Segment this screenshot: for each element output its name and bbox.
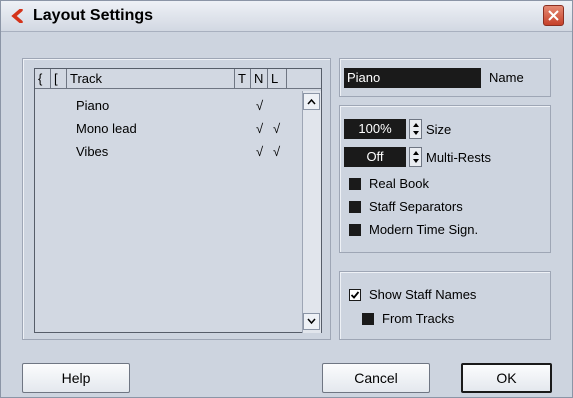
real-book-label: Real Book xyxy=(369,176,429,191)
track-list-header: { [ Track T N L xyxy=(35,69,321,89)
multi-rests-stepper[interactable] xyxy=(409,147,422,167)
layout-settings-dialog: Layout Settings { [ Track T N L Piano √ … xyxy=(0,0,573,398)
window-title: Layout Settings xyxy=(33,7,154,24)
column-header-bracket[interactable]: [ xyxy=(51,69,67,88)
column-header-brace[interactable]: { xyxy=(35,69,51,88)
size-label: Size xyxy=(426,122,452,137)
modern-time-sign-label: Modern Time Sign. xyxy=(369,222,479,237)
cancel-button[interactable]: Cancel xyxy=(322,363,430,393)
size-stepper[interactable] xyxy=(409,119,422,139)
track-name: Vibes xyxy=(76,144,109,159)
close-icon xyxy=(548,10,559,21)
l-flag[interactable]: √ xyxy=(273,117,280,140)
column-header-l[interactable]: L xyxy=(268,69,287,88)
staff-names-panel xyxy=(339,271,551,340)
column-header-track[interactable]: Track xyxy=(67,69,235,88)
column-header-n[interactable]: N xyxy=(251,69,268,88)
ok-button[interactable]: OK xyxy=(461,363,552,393)
from-tracks-label: From Tracks xyxy=(382,311,455,326)
table-row[interactable]: Mono lead √ √ xyxy=(35,117,302,140)
n-flag[interactable]: √ xyxy=(256,117,263,140)
table-row[interactable]: Piano √ xyxy=(35,94,302,117)
checkmark-icon xyxy=(350,291,360,299)
spinner-arrows-icon xyxy=(413,123,419,135)
multi-rests-field[interactable]: Off xyxy=(344,147,406,167)
title-bar[interactable]: Layout Settings xyxy=(1,1,572,32)
modern-time-sign-checkbox[interactable] xyxy=(349,224,361,236)
real-book-checkbox[interactable] xyxy=(349,178,361,190)
from-tracks-checkbox[interactable] xyxy=(362,313,374,325)
cubase-logo-icon xyxy=(11,9,23,23)
vertical-scrollbar[interactable] xyxy=(302,91,321,333)
column-header-t[interactable]: T xyxy=(235,69,251,88)
scroll-up-button[interactable] xyxy=(303,93,320,110)
staff-separators-label: Staff Separators xyxy=(369,199,463,214)
track-name: Mono lead xyxy=(76,121,137,136)
track-list[interactable]: { [ Track T N L Piano √ Mono lead √ √ Vi… xyxy=(34,68,322,333)
close-button[interactable] xyxy=(543,5,564,26)
chevron-up-icon xyxy=(307,98,316,105)
size-field[interactable]: 100% xyxy=(344,119,406,139)
table-row[interactable]: Vibes √ √ xyxy=(35,140,302,163)
name-label: Name xyxy=(489,70,524,85)
name-input[interactable]: Piano xyxy=(344,68,481,88)
n-flag[interactable]: √ xyxy=(256,94,263,117)
multi-rests-label: Multi-Rests xyxy=(426,150,492,165)
show-staff-names-checkbox[interactable] xyxy=(349,289,361,301)
scroll-down-button[interactable] xyxy=(303,313,320,330)
help-button[interactable]: Help xyxy=(22,363,130,393)
track-name: Piano xyxy=(76,98,110,113)
spinner-arrows-icon xyxy=(413,151,419,163)
staff-separators-checkbox[interactable] xyxy=(349,201,361,213)
show-staff-names-label: Show Staff Names xyxy=(369,287,477,302)
l-flag[interactable]: √ xyxy=(273,140,280,163)
chevron-down-icon xyxy=(307,318,316,325)
n-flag[interactable]: √ xyxy=(256,140,263,163)
